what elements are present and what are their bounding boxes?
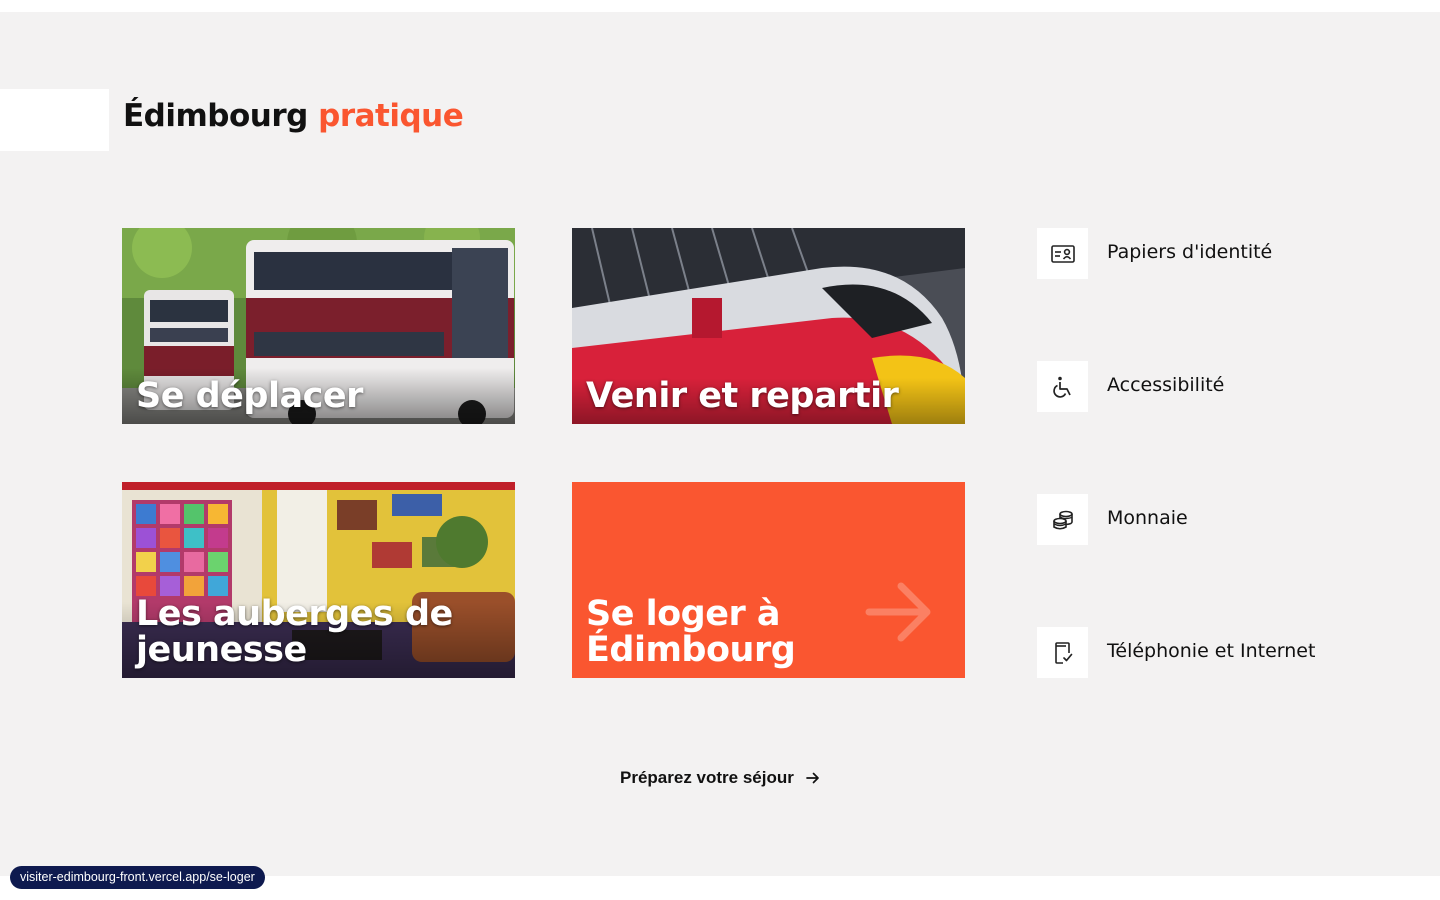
title-decoration [0, 89, 109, 151]
section-title-main: Édimbourg [123, 98, 308, 134]
side-link-label: Papiers d'identité [1107, 241, 1273, 263]
status-bar-url: visiter-edimbourg-front.vercel.app/se-lo… [10, 866, 265, 889]
card-label: Se déplacer [136, 376, 363, 416]
card-auberges-de-jeunesse[interactable]: Les auberges de jeunesse [122, 482, 515, 678]
side-link-label: Accessibilité [1107, 374, 1225, 396]
card-se-deplacer[interactable]: Se déplacer [122, 228, 515, 424]
side-link-monnaie[interactable]: Monnaie [1037, 494, 1367, 545]
section-title-accent: pratique [318, 98, 464, 134]
card-venir-et-repartir[interactable]: Venir et repartir [572, 228, 965, 424]
wheelchair-icon-svg [1052, 376, 1071, 398]
section-title: Édimbourg pratique [123, 98, 464, 134]
practical-section: Édimbourg pratique [0, 12, 1440, 876]
card-label: Venir et repartir [586, 376, 899, 416]
coins-icon-svg [1052, 510, 1073, 530]
card-label: Se loger à Édimbourg [586, 594, 796, 670]
wheelchair-icon [1037, 361, 1088, 412]
id-card-icon [1037, 228, 1088, 279]
side-link-papiers-identite[interactable]: Papiers d'identité [1037, 228, 1367, 279]
coins-icon [1037, 494, 1088, 545]
side-link-label: Téléphonie et Internet [1107, 640, 1316, 662]
side-link-label: Monnaie [1107, 507, 1188, 529]
prepare-stay-link[interactable]: Préparez votre séjour [620, 766, 820, 790]
phone-icon-svg [1054, 641, 1072, 664]
phone-icon [1037, 627, 1088, 678]
prepare-stay-label: Préparez votre séjour [620, 768, 794, 787]
arrow-right-icon [806, 772, 819, 784]
side-link-accessibilite[interactable]: Accessibilité [1037, 361, 1367, 412]
card-label: Les auberges de jeunesse [136, 594, 453, 670]
side-link-telephonie[interactable]: Téléphonie et Internet [1037, 627, 1367, 678]
card-se-loger[interactable]: Se loger à Édimbourg [572, 482, 965, 678]
id-card-icon-svg [1050, 244, 1075, 263]
